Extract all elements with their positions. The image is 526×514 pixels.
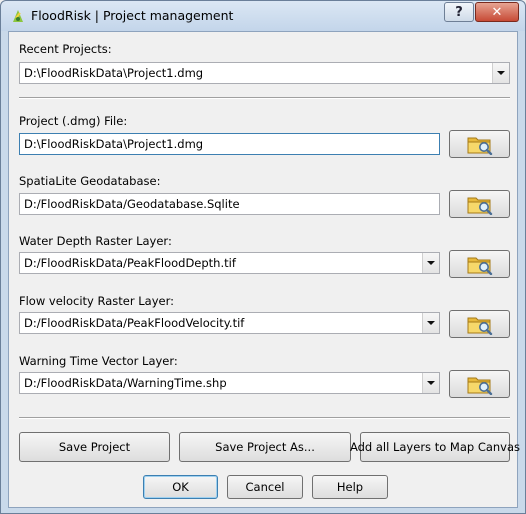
recent-projects-combo[interactable]: D:\FloodRiskData\Project1.dmg <box>19 62 510 84</box>
geodatabase-label: SpatiaLite Geodatabase: <box>19 174 161 188</box>
separator-top <box>19 97 510 99</box>
dialog-window: FloodRisk | Project management ? ✕ Recen… <box>0 0 526 514</box>
chevron-down-icon[interactable] <box>422 253 439 273</box>
water-depth-value: D:/FloodRiskData/PeakFloodDepth.tif <box>24 256 236 270</box>
project-file-input[interactable]: D:\FloodRiskData\Project1.dmg <box>19 133 440 155</box>
flow-velocity-combo[interactable]: D:/FloodRiskData/PeakFloodVelocity.tif <box>19 312 440 334</box>
chevron-down-icon[interactable] <box>492 63 509 83</box>
water-depth-browse-button[interactable] <box>449 250 510 278</box>
close-icon: ✕ <box>491 4 503 20</box>
flow-velocity-value: D:/FloodRiskData/PeakFloodVelocity.tif <box>24 316 245 330</box>
geodatabase-input[interactable]: D:/FloodRiskData/Geodatabase.Sqlite <box>19 193 440 215</box>
warning-time-browse-button[interactable] <box>449 370 510 398</box>
project-file-label: Project (.dmg) File: <box>19 114 128 128</box>
flow-velocity-label: Flow velocity Raster Layer: <box>19 294 174 308</box>
folder-search-icon <box>466 253 494 275</box>
question-icon: ? <box>455 4 463 20</box>
water-depth-label: Water Depth Raster Layer: <box>19 234 172 248</box>
warning-time-value: D:/FloodRiskData/WarningTime.shp <box>24 376 227 390</box>
water-depth-combo[interactable]: D:/FloodRiskData/PeakFloodDepth.tif <box>19 252 440 274</box>
save-project-button[interactable]: Save Project <box>19 432 170 462</box>
flow-velocity-browse-button[interactable] <box>449 310 510 338</box>
recent-projects-value: D:\FloodRiskData\Project1.dmg <box>24 66 204 80</box>
qgis-logo-icon <box>13 10 23 22</box>
save-project-as-button[interactable]: Save Project As... <box>179 432 351 462</box>
folder-search-icon <box>466 133 494 155</box>
recent-projects-label: Recent Projects: <box>19 42 112 56</box>
geodatabase-browse-button[interactable] <box>449 190 510 218</box>
ok-button[interactable]: OK <box>143 475 218 499</box>
dialog-body: Recent Projects: D:\FloodRiskData\Projec… <box>8 31 520 508</box>
chevron-down-icon[interactable] <box>422 313 439 333</box>
folder-search-icon <box>466 193 494 215</box>
window-title: FloodRisk | Project management <box>31 8 234 23</box>
geodatabase-value: D:/FloodRiskData/Geodatabase.Sqlite <box>24 197 240 211</box>
warning-time-combo[interactable]: D:/FloodRiskData/WarningTime.shp <box>19 372 440 394</box>
separator-bottom <box>19 417 510 419</box>
project-file-value: D:\FloodRiskData\Project1.dmg <box>24 137 204 151</box>
warning-time-label: Warning Time Vector Layer: <box>19 354 178 368</box>
title-help-button[interactable]: ? <box>444 2 474 22</box>
cancel-button[interactable]: Cancel <box>227 475 303 499</box>
add-layers-to-map-button[interactable]: Add all Layers to Map Canvas <box>350 432 520 462</box>
chevron-down-icon[interactable] <box>422 373 439 393</box>
title-close-button[interactable]: ✕ <box>475 2 519 22</box>
project-file-browse-button[interactable] <box>449 130 510 158</box>
title-bar[interactable]: FloodRisk | Project management ? ✕ <box>1 1 525 31</box>
help-button[interactable]: Help <box>312 475 388 499</box>
folder-search-icon <box>466 313 494 335</box>
folder-search-icon <box>466 373 494 395</box>
